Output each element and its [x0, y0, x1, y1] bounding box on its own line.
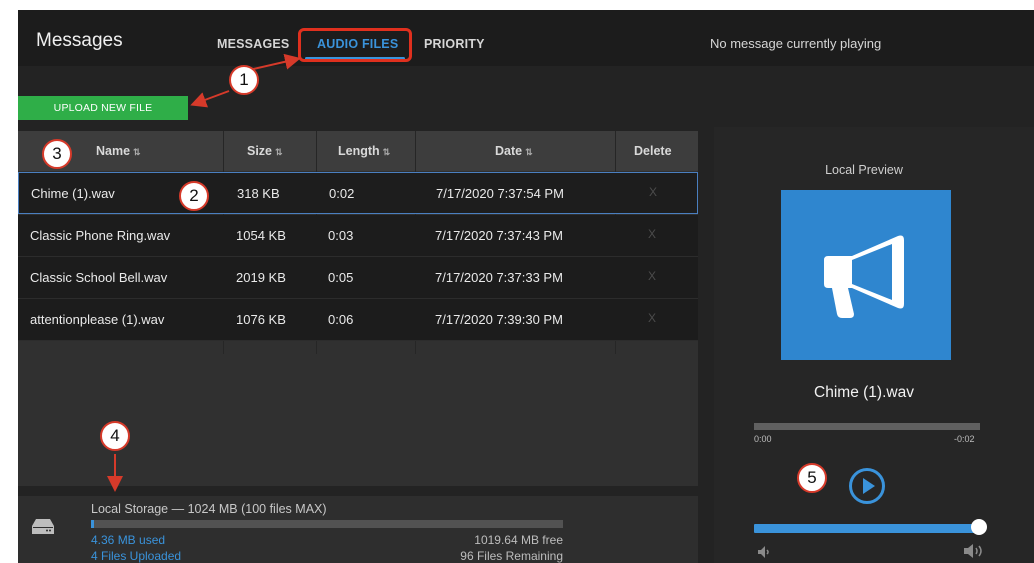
files-uploaded: 4 Files Uploaded [91, 549, 182, 563]
storage-title: Local Storage — 1024 MB (100 files MAX) [91, 502, 327, 516]
table-row[interactable]: Chime (1).wav 318 KB 0:02 7/17/2020 7:37… [18, 172, 698, 214]
volume-high-icon [964, 544, 982, 558]
file-length: 0:05 [328, 270, 354, 285]
file-date: 7/17/2020 7:39:30 PM [435, 312, 563, 327]
table-row[interactable]: Classic School Bell.wav 2019 KB 0:05 7/1… [18, 257, 698, 299]
annotation-badge-1: 1 [229, 65, 259, 95]
sort-icon: ⇅ [382, 147, 391, 157]
column-header-length[interactable]: Length ⇅ [338, 144, 390, 158]
delete-icon[interactable]: X [648, 227, 656, 241]
file-name: Classic School Bell.wav [30, 270, 168, 285]
file-name: attentionplease (1).wav [30, 312, 165, 327]
delete-icon[interactable]: X [648, 269, 656, 283]
table-header: Name ⇅ Size ⇅ Length ⇅ Date ⇅ Delete [18, 131, 698, 171]
preview-file-name: Chime (1).wav [814, 384, 914, 401]
file-size: 1054 KB [236, 228, 286, 243]
header: Messages MESSAGES AUDIO FILES PRIORITY N… [18, 10, 1034, 66]
hard-drive-icon [32, 519, 54, 534]
app-window: Messages MESSAGES AUDIO FILES PRIORITY N… [18, 10, 1034, 563]
delete-icon[interactable]: X [649, 185, 657, 199]
annotation-badge-3: 3 [42, 139, 72, 169]
annotation-badge-2: 2 [179, 181, 209, 211]
tab-messages[interactable]: MESSAGES [217, 37, 289, 51]
storage-usage-fill [91, 520, 94, 528]
column-header-delete: Delete [634, 144, 672, 158]
file-length: 0:06 [328, 312, 354, 327]
table-row[interactable]: attentionplease (1).wav 1076 KB 0:06 7/1… [18, 299, 698, 341]
file-date: 7/17/2020 7:37:33 PM [435, 270, 563, 285]
file-date: 7/17/2020 7:37:54 PM [436, 186, 564, 201]
local-preview-panel: Local Preview Chime (1).wav 0:00 -0:02 [714, 127, 1034, 563]
remaining-time: -0:02 [954, 434, 975, 444]
sort-icon: ⇅ [525, 147, 533, 157]
sort-icon: ⇅ [275, 147, 283, 157]
file-date: 7/17/2020 7:37:43 PM [435, 228, 563, 243]
column-header-name[interactable]: Name ⇅ [96, 144, 141, 158]
tab-priority[interactable]: PRIORITY [424, 37, 485, 51]
file-size: 1076 KB [236, 312, 286, 327]
file-length: 0:02 [329, 186, 355, 201]
preview-label: Local Preview [825, 163, 903, 177]
page-title: Messages [36, 30, 123, 51]
audio-files-tab-highlight [298, 28, 412, 62]
file-name: Classic Phone Ring.wav [30, 228, 171, 243]
megaphone-icon [824, 235, 904, 318]
files-remaining: 96 Files Remaining [460, 549, 563, 563]
storage-used: 4.36 MB used [91, 533, 166, 547]
upload-new-file-button[interactable]: UPLOAD NEW FILE [18, 96, 188, 120]
file-size: 318 KB [237, 186, 280, 201]
column-header-size[interactable]: Size ⇅ [247, 144, 283, 158]
file-size: 2019 KB [236, 270, 286, 285]
column-header-date[interactable]: Date ⇅ [495, 144, 533, 158]
local-storage-panel: Local Storage — 1024 MB (100 files MAX) … [18, 496, 698, 563]
volume-slider-handle[interactable] [971, 519, 987, 535]
file-length: 0:03 [328, 228, 354, 243]
table-row[interactable]: Classic Phone Ring.wav 1054 KB 0:03 7/17… [18, 215, 698, 257]
sort-icon: ⇅ [133, 147, 141, 157]
file-name: Chime (1).wav [31, 186, 115, 201]
storage-free: 1019.64 MB free [474, 533, 563, 547]
delete-icon[interactable]: X [648, 311, 656, 325]
annotation-badge-4: 4 [100, 421, 130, 451]
volume-low-icon [758, 546, 769, 558]
seek-bar[interactable] [754, 423, 980, 430]
album-art [781, 190, 951, 360]
elapsed-time: 0:00 [754, 434, 772, 444]
play-circle-icon[interactable] [848, 467, 886, 505]
storage-usage-bar [91, 520, 563, 528]
volume-slider[interactable] [754, 524, 980, 533]
now-playing-status: No message currently playing [710, 36, 882, 51]
annotation-badge-5: 5 [797, 463, 827, 493]
